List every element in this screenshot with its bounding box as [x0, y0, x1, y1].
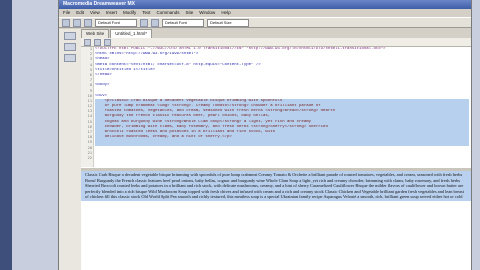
desktop-left	[0, 0, 12, 270]
menu-item-file[interactable]: File	[63, 9, 70, 17]
size-select[interactable]: Default Size	[207, 18, 249, 27]
tab-web-site[interactable]: Web Site	[81, 29, 110, 38]
italic-icon[interactable]	[151, 18, 159, 27]
panel-icon[interactable]	[64, 54, 76, 62]
design-view-icon[interactable]	[104, 38, 111, 46]
document-tabs: Web Site Untitled_1.html*	[81, 29, 152, 38]
tab-untitled[interactable]: Untitled_1.html*	[110, 29, 152, 38]
app-window: Macromedia Dreamweaver MX File Edit View In…	[58, 0, 472, 270]
desktop-background	[12, 0, 60, 270]
style-select[interactable]: Default Font	[95, 18, 137, 27]
menu-item-site[interactable]: Site	[186, 9, 194, 17]
menu-item-edit[interactable]: Edit	[76, 9, 84, 17]
code-lines: <!DOCTYPE html PUBLIC "-//W3C//DTD XHTML…	[95, 47, 469, 161]
code-view[interactable]: 1 2 3 4 5 6 7 8 9 10 11 12 13 14 15 16 17 18 19 20 21 22 <!DO…	[81, 47, 471, 167]
sidebar-panel	[59, 29, 82, 270]
new-file-icon[interactable]	[62, 18, 70, 27]
menu-bar: File Edit View Insert Modify Text Commands Site…	[59, 9, 471, 17]
design-view[interactable]: Classic Crab Bisque a decadent vegetable…	[81, 171, 471, 270]
line-number-gutter: 1 2 3 4 5 6 7 8 9 10 11 12 13 14 15 16 17 18 19 20 21 22	[81, 47, 94, 167]
panel-icon[interactable]	[64, 43, 76, 51]
window-title: Macromedia Dreamweaver MX	[59, 0, 471, 9]
save-icon[interactable]	[84, 18, 92, 27]
menu-item-commands[interactable]: Commands	[157, 9, 180, 17]
panel-icon[interactable]	[64, 32, 76, 40]
design-paragraph: Classic Crab Bisque a decadent vegetable…	[81, 171, 471, 201]
font-select[interactable]: Default Font	[162, 18, 204, 27]
document-toolbar	[81, 38, 471, 47]
bold-icon[interactable]	[140, 18, 148, 27]
split-view-icon[interactable]	[94, 38, 101, 46]
open-file-icon[interactable]	[73, 18, 81, 27]
menu-item-text[interactable]: Text	[142, 9, 150, 17]
menu-item-modify[interactable]: Modify	[123, 9, 136, 17]
line-number: 22	[87, 155, 92, 160]
toolbar: Default Font Default Font Default Size	[59, 17, 471, 28]
menu-item-help[interactable]: Help	[221, 9, 230, 17]
menu-item-insert[interactable]: Insert	[106, 9, 117, 17]
menu-item-window[interactable]: Window	[199, 9, 215, 17]
menu-item-view[interactable]: View	[90, 9, 100, 17]
code-view-icon[interactable]	[84, 38, 91, 46]
